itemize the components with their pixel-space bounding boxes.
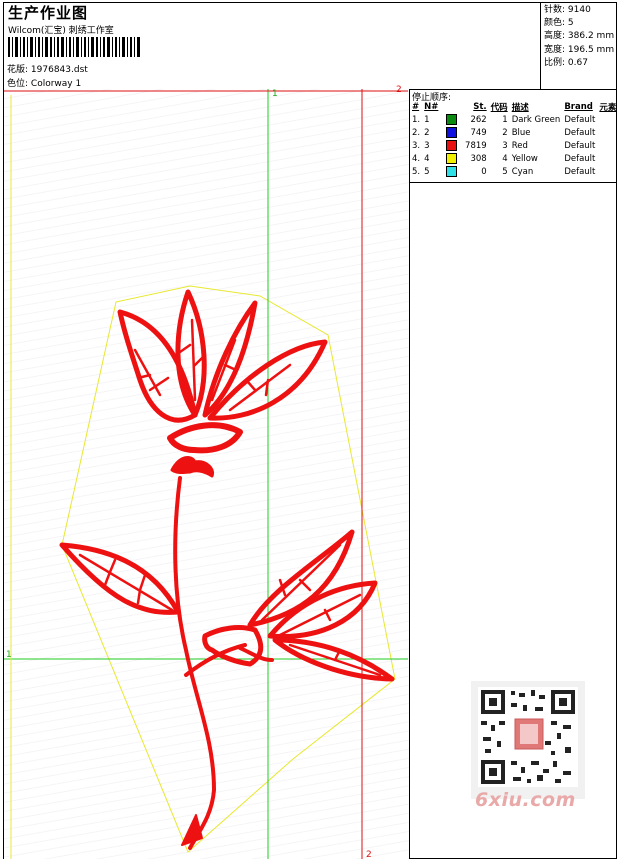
flower-base [167, 422, 243, 454]
green-guide-marker-top: 1 [272, 89, 278, 99]
green-guide-marker-left: 1 [6, 650, 12, 660]
stem [173, 476, 216, 850]
flower-sepals [170, 456, 215, 478]
red-guide-marker-bottom: 2 [366, 850, 372, 860]
watermark: 6xiu.com [475, 789, 576, 811]
right-upper-leaf [247, 529, 355, 628]
red-guide-marker-top: 2 [396, 85, 402, 95]
stem-tip [181, 814, 203, 846]
qr-code-icon [478, 687, 578, 787]
qr-code [471, 681, 585, 799]
flower-left-petal [117, 309, 198, 423]
flower-design [59, 289, 395, 850]
